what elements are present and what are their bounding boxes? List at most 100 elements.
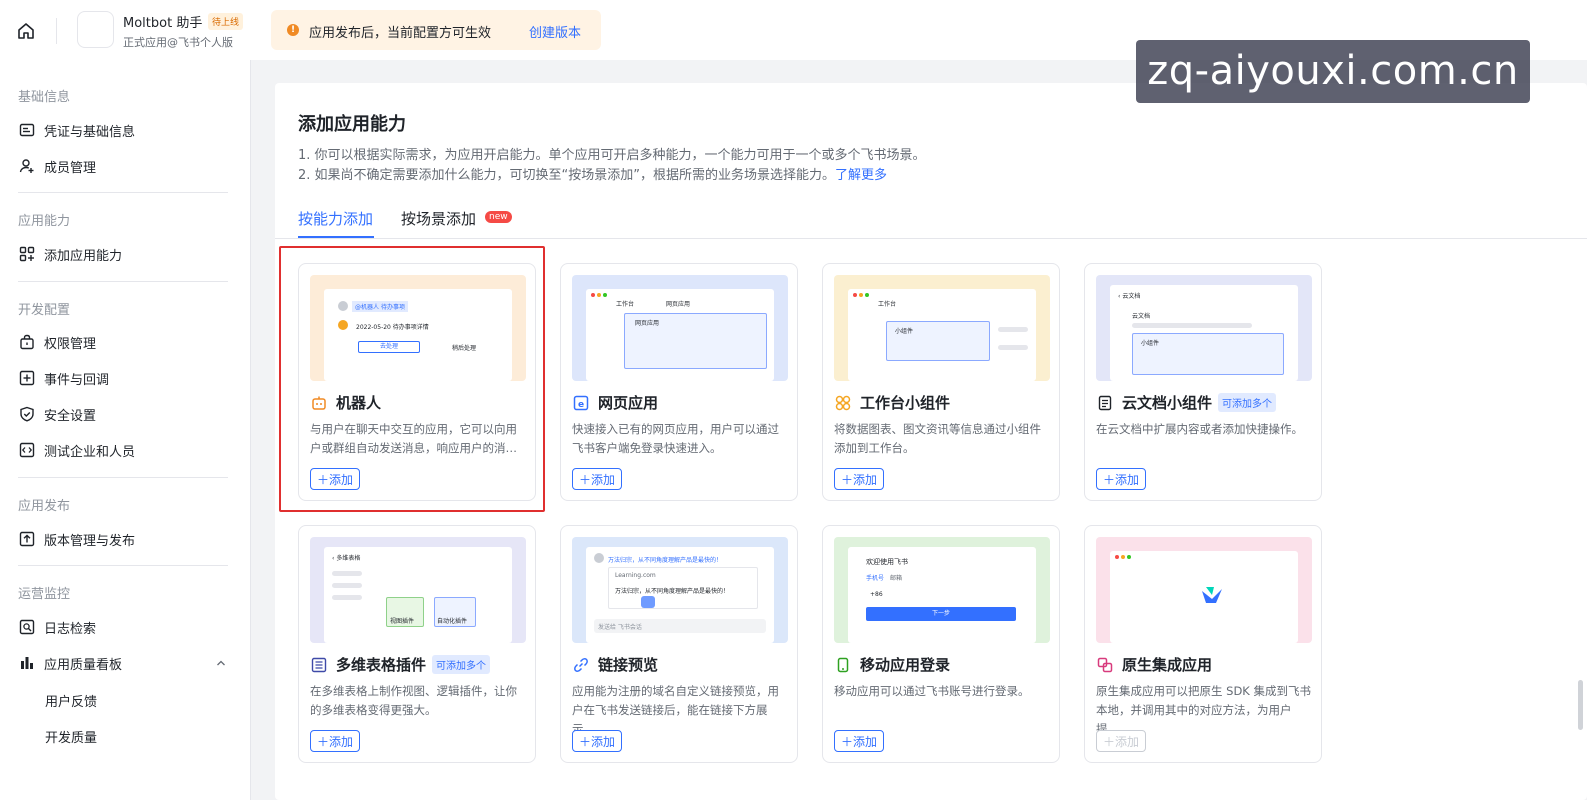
sidebar-item-label: 安全设置 — [44, 408, 97, 424]
sidebar-item-releases[interactable]: 版本管理与发布 — [18, 526, 228, 552]
add-button[interactable]: ＋添加 — [834, 468, 885, 490]
plus-icon: ＋ — [317, 734, 330, 749]
sidebar-item-events[interactable]: 事件与回调 — [18, 365, 228, 391]
preview-window: 工作台 小组件 — [848, 289, 1036, 381]
card-preview: @机器人 待办事项 2022-05-20 待办事项详情 去处理 稍后处理 — [310, 275, 526, 381]
preview-bot-date: 2022-05-20 待办事项详情 — [356, 324, 429, 331]
create-version-link[interactable]: 创建版本 — [529, 22, 581, 41]
window-dot — [853, 293, 857, 297]
preview-box: 视图插件 — [386, 597, 424, 627]
app-name: Moltbot 助手 — [123, 16, 203, 31]
preview-bar — [1132, 323, 1252, 328]
preview-login-tab: 手机号 — [866, 575, 885, 582]
sidebar-item-credentials[interactable]: 凭证与基础信息 — [18, 117, 228, 143]
card-title: 机器人 — [310, 392, 381, 413]
code-icon — [18, 441, 36, 459]
sidebar-group-title: 应用发布 — [18, 499, 71, 514]
apps-add-icon — [18, 245, 36, 263]
preview-box: 小组件 — [886, 321, 990, 361]
feishu-logo-icon — [1202, 587, 1222, 603]
preview-window: 工作台 网页应用 网页应用 — [586, 289, 774, 381]
sidebar-item-quality-dashboard[interactable]: 应用质量看板 — [18, 650, 228, 676]
preview-input-bar: 发送给 飞书会话 — [594, 619, 766, 633]
watermark: zq-aiyouxi.com.cn — [1136, 40, 1530, 103]
preview-doc-subtitle: 云文档 — [1132, 313, 1151, 320]
preview-later-button: 稍后处理 — [452, 345, 477, 352]
cube-icon — [641, 596, 655, 608]
robot-icon — [338, 320, 348, 330]
capability-card-doc-widget[interactable]: ‹ 云文档 云文档 小组件 云文档小组件 可添加多个 在云文档中扩展内容或者添加… — [1084, 263, 1322, 501]
description-line-2: 2. 如果尚不确定需要添加什么能力，可切换至“按场景添加”，根据所需的业务场景选… — [298, 164, 887, 183]
window-dot — [591, 293, 595, 297]
tab-by-capability[interactable]: 按能力添加 — [298, 208, 373, 229]
preview-box: 小组件 — [1132, 333, 1284, 375]
plus-icon: ＋ — [841, 472, 854, 487]
sidebar-item-members[interactable]: 成员管理 — [18, 153, 228, 179]
page-title: 添加应用能力 — [298, 114, 406, 135]
preview-bar — [332, 595, 362, 600]
capability-card-mobile-login[interactable]: 欢迎使用飞书 手机号 邮箱 +86 下一步 移动应用登录 移动应用可以通过飞书账… — [822, 525, 1060, 763]
home-button[interactable] — [14, 19, 38, 43]
window-dot — [597, 293, 601, 297]
card-title: 移动应用登录 — [834, 654, 950, 675]
bitable-icon — [310, 656, 328, 674]
preview-login-tab: 邮箱 — [890, 575, 903, 582]
preview-bar — [332, 583, 362, 588]
preview-bot-tag: @机器人 待办事项 — [352, 301, 408, 312]
event-icon — [18, 369, 36, 387]
sidebar-group-title: 开发配置 — [18, 303, 71, 318]
sidebar-subitem-user-feedback[interactable]: 用户反馈 — [45, 691, 97, 710]
sidebar-group-title: 基础信息 — [18, 90, 71, 105]
capability-card-bitable-plugin[interactable]: ‹ 多维表格 视图插件 自动化插件 多维表格插件 可添加多个 在多维表格上制作视… — [298, 525, 536, 763]
window-dot — [865, 293, 869, 297]
chevron-up-icon[interactable] — [215, 657, 227, 669]
sidebar-subitem-dev-quality[interactable]: 开发质量 — [45, 727, 97, 746]
app-subtitle: 正式应用@飞书个人版 — [123, 36, 233, 49]
mobile-icon — [834, 656, 852, 674]
add-button[interactable]: ＋添加 — [310, 468, 361, 490]
preview-link-message: 万法归宗，从不同角度理解产品是最快的！ — [608, 557, 723, 564]
divider — [56, 18, 57, 44]
capability-card-link-preview[interactable]: 万法归宗，从不同角度理解产品是最快的！ Learning.com 万法归宗，从不… — [560, 525, 798, 763]
sidebar-item-add-capability[interactable]: 添加应用能力 — [18, 241, 228, 267]
preview-login-title: 欢迎使用飞书 — [866, 558, 908, 566]
preview-window: 欢迎使用飞书 手机号 邮箱 +86 下一步 — [848, 547, 1036, 643]
multi-add-badge: 可添加多个 — [432, 655, 491, 674]
add-button: ＋添加 — [1096, 730, 1147, 752]
plus-icon: ＋ — [841, 734, 854, 749]
divider — [18, 565, 228, 566]
tab-active-indicator — [298, 236, 374, 238]
sidebar-item-security[interactable]: 安全设置 — [18, 401, 228, 427]
card-description: 与用户在聊天中交互的应用，它可以向用户或群组自动发送消息，响应用户的消… — [310, 422, 517, 455]
preview-window: @机器人 待办事项 2022-05-20 待办事项详情 去处理 稍后处理 — [324, 289, 512, 381]
card-title: 工作台小组件 — [834, 392, 950, 413]
card-title: e 网页应用 — [572, 392, 658, 413]
sidebar-item-label: 应用质量看板 — [44, 657, 123, 673]
add-button[interactable]: ＋添加 — [834, 730, 885, 752]
add-button[interactable]: ＋添加 — [572, 730, 623, 752]
add-button[interactable]: ＋添加 — [1096, 468, 1147, 490]
preview-window — [1110, 551, 1298, 643]
capability-card-native-app[interactable]: 原生集成应用 原生集成应用可以把原生 SDK 集成到飞书本地，并调用其中的对应方… — [1084, 525, 1322, 763]
capability-card-robot[interactable]: @机器人 待办事项 2022-05-20 待办事项详情 去处理 稍后处理 机器人… — [298, 263, 536, 501]
sidebar-item-test-orgs[interactable]: 测试企业和人员 — [18, 437, 228, 463]
plus-icon: ＋ — [1103, 734, 1116, 749]
learn-more-link[interactable]: 了解更多 — [835, 168, 887, 183]
preview-handle-button: 去处理 — [358, 341, 420, 353]
card-preview: 工作台 网页应用 网页应用 — [572, 275, 788, 381]
scrollbar[interactable] — [1578, 680, 1583, 730]
tab-by-scenario[interactable]: 按场景添加 — [401, 208, 476, 229]
sidebar-item-label: 测试企业和人员 — [44, 444, 136, 460]
sidebar-item-permissions[interactable]: 权限管理 — [18, 329, 228, 355]
preview-window: ‹ 云文档 云文档 小组件 — [1110, 285, 1298, 381]
sidebar-item-label: 权限管理 — [44, 336, 97, 352]
app-status-badge: 待上线 — [208, 13, 244, 30]
card-description: 快速接入已有的网页应用，用户可以通过飞书客户端免登录快速进入。 — [572, 422, 779, 455]
sidebar-group-title: 运营监控 — [18, 587, 71, 602]
add-button[interactable]: ＋添加 — [572, 468, 623, 490]
capability-card-web-app[interactable]: 工作台 网页应用 网页应用 e 网页应用 快速接入已有的网页应用，用户可以通过飞… — [560, 263, 798, 501]
sidebar-item-label: 凭证与基础信息 — [44, 124, 136, 140]
sidebar-item-log-search[interactable]: 日志检索 — [18, 614, 228, 640]
add-button[interactable]: ＋添加 — [310, 730, 361, 752]
capability-card-workbench-widget[interactable]: 工作台 小组件 工作台小组件 将数据图表、图文资讯等信息通过小组件添加到工作台。… — [822, 263, 1060, 501]
